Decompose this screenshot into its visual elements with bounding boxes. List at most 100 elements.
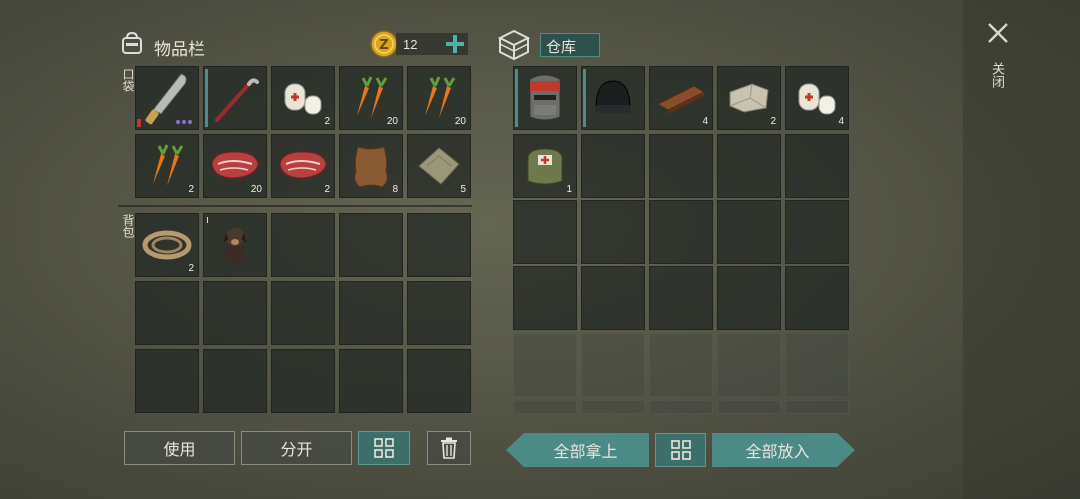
pocket-slot-4[interactable]: 20	[339, 66, 403, 130]
coin-icon: Z	[370, 30, 398, 58]
storage-slot-7[interactable]	[581, 134, 645, 198]
sort-storage-button[interactable]	[655, 433, 706, 467]
storage-slot-28[interactable]	[649, 400, 713, 414]
storage-slot-12[interactable]	[581, 200, 645, 264]
plus-icon	[446, 35, 464, 53]
backpack-slot-7[interactable]	[203, 281, 267, 345]
backpack-slot-9[interactable]	[339, 281, 403, 345]
backpack-slot-2[interactable]	[203, 213, 267, 277]
stone-icon	[729, 83, 769, 113]
rope-icon	[142, 230, 192, 260]
storage-slot-14[interactable]	[717, 200, 781, 264]
backpack-slot-10[interactable]	[407, 281, 471, 345]
beanie-icon	[595, 80, 631, 113]
storage-slot-1[interactable]	[513, 66, 577, 130]
backpack-icon	[119, 30, 145, 56]
split-button[interactable]: 分开	[241, 431, 352, 465]
backpack-slot-1[interactable]: 2	[135, 213, 199, 277]
pocket-slot-3[interactable]: 2	[271, 66, 335, 130]
discard-button[interactable]	[427, 431, 471, 465]
backpack-slot-11[interactable]	[135, 349, 199, 413]
storage-slot-11[interactable]	[513, 200, 577, 264]
pocket-slot-8[interactable]: 2	[271, 134, 335, 198]
cloth-icon	[418, 147, 460, 185]
storage-slot-23[interactable]	[649, 333, 713, 397]
add-coins-button[interactable]	[443, 32, 467, 56]
crowbar-icon	[215, 78, 259, 122]
storage-slot-17[interactable]	[581, 266, 645, 330]
backpack-label: 背包	[121, 214, 135, 238]
bandage-icon	[284, 83, 322, 115]
storage-slot-6[interactable]: 1	[513, 134, 577, 198]
storage-slot-3[interactable]: 4	[649, 66, 713, 130]
storage-slot-16[interactable]	[513, 266, 577, 330]
put-all-button[interactable]: 全部放入	[712, 433, 855, 467]
storage-slot-30[interactable]	[785, 400, 849, 414]
backpack-slot-3[interactable]	[271, 213, 335, 277]
backpack-slot-4[interactable]	[339, 213, 403, 277]
durability-bar	[515, 69, 518, 127]
raw-meat-icon	[211, 151, 259, 179]
pocket-slot-5[interactable]: 20	[407, 66, 471, 130]
pocket-slot-10[interactable]: 5	[407, 134, 471, 198]
storage-slot-9[interactable]	[717, 134, 781, 198]
backpack-slot-14[interactable]	[339, 349, 403, 413]
take-all-button[interactable]: 全部拿上	[506, 433, 649, 467]
storage-slot-19[interactable]	[717, 266, 781, 330]
storage-slot-25[interactable]	[785, 333, 849, 397]
close-icon	[988, 23, 1008, 43]
svg-text:Z: Z	[379, 38, 388, 53]
storage-slot-22[interactable]	[581, 333, 645, 397]
iron-helmet-icon	[529, 74, 561, 121]
storage-slot-21[interactable]	[513, 333, 577, 397]
storage-slot-20[interactable]	[785, 266, 849, 330]
take-all-label: 全部拿上	[553, 442, 618, 461]
backpack-slot-13[interactable]	[271, 349, 335, 413]
storage-slot-8[interactable]	[649, 134, 713, 198]
pocket-slot-9[interactable]: 8	[339, 134, 403, 198]
pocket-slot-7[interactable]: 20	[203, 134, 267, 198]
storage-slot-15[interactable]	[785, 200, 849, 264]
leather-icon	[354, 146, 388, 188]
use-button[interactable]: 使用	[124, 431, 235, 465]
storage-slot-4[interactable]: 2	[717, 66, 781, 130]
storage-slot-2[interactable]	[581, 66, 645, 130]
pocket-label: 口袋	[121, 68, 135, 92]
sort-inventory-button[interactable]	[358, 431, 410, 465]
inventory-title: 物品栏	[154, 40, 205, 60]
right-panel	[963, 0, 1080, 499]
trash-icon	[441, 437, 457, 459]
close-label: 关闭	[989, 62, 1004, 88]
raw-meat-icon	[279, 151, 327, 179]
storage-slot-18[interactable]	[649, 266, 713, 330]
sort-icon	[670, 440, 691, 460]
storage-slot-29[interactable]	[717, 400, 781, 414]
backpack-slot-12[interactable]	[203, 349, 267, 413]
storage-slot-10[interactable]	[785, 134, 849, 198]
coin-count: 12	[403, 37, 418, 52]
bandage-icon	[798, 83, 836, 115]
pocket-slot-6[interactable]: 2	[135, 134, 199, 198]
split-button-label: 分开	[280, 440, 313, 459]
machete-icon	[145, 73, 187, 125]
backpack-slot-5[interactable]	[407, 213, 471, 277]
close-button[interactable]: 关闭	[983, 18, 1013, 98]
backpack-slot-6[interactable]	[135, 281, 199, 345]
puppy-icon	[223, 228, 247, 264]
storage-slot-24[interactable]	[717, 333, 781, 397]
pocket-slot-2[interactable]	[203, 66, 267, 130]
durability-bar	[583, 69, 586, 127]
pocket-slot-1[interactable]	[135, 66, 199, 130]
storage-title: 仓库	[546, 38, 577, 56]
sort-icon	[374, 438, 394, 458]
storage-slot-26[interactable]	[513, 400, 577, 414]
storage-slot-13[interactable]	[649, 200, 713, 264]
storage-icon	[496, 28, 532, 61]
carrot-icon	[153, 144, 184, 186]
storage-slot-27[interactable]	[581, 400, 645, 414]
medkit-icon	[527, 148, 563, 185]
storage-slot-5[interactable]: 4	[785, 66, 849, 130]
backpack-slot-15[interactable]	[407, 349, 471, 413]
backpack-slot-8[interactable]	[271, 281, 335, 345]
section-divider	[118, 205, 472, 207]
